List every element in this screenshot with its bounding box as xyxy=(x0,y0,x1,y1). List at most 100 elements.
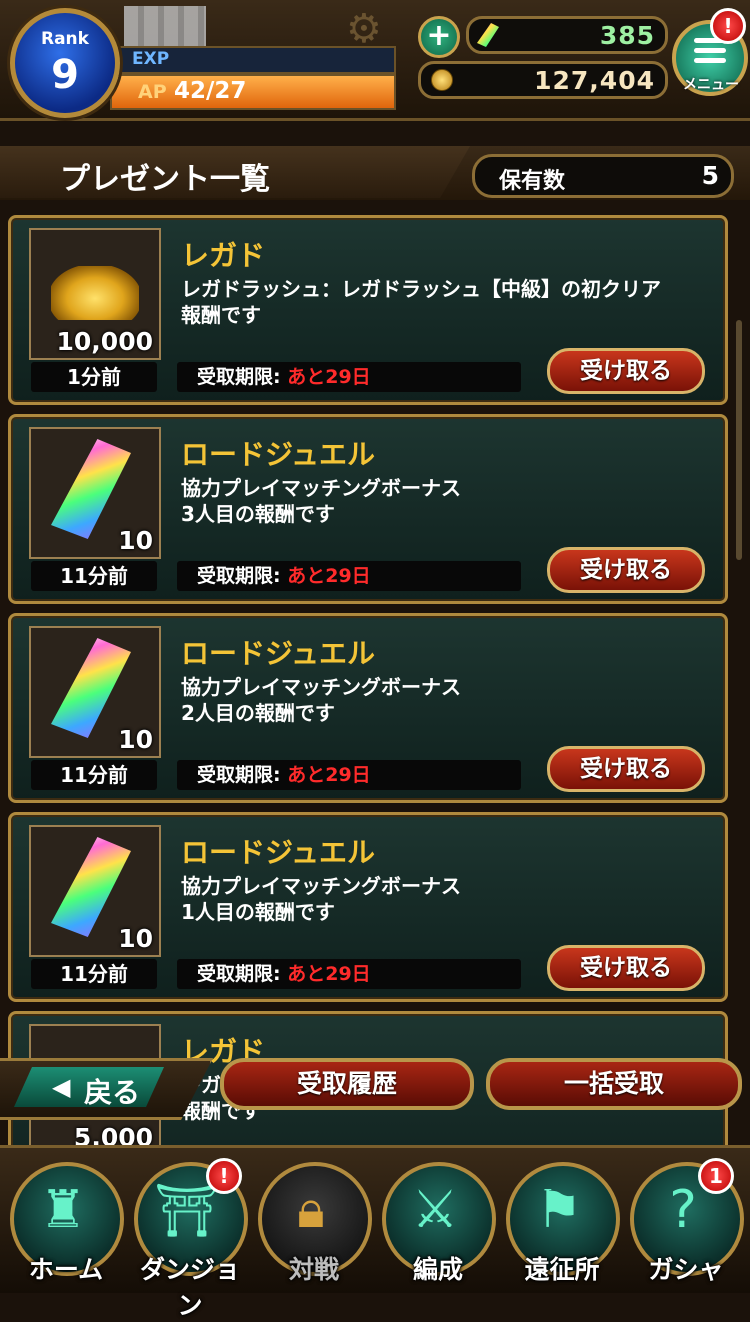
nav-battle[interactable]: 🔒︎ 対戦 xyxy=(254,1158,372,1288)
back-label: 戻る xyxy=(84,1076,141,1109)
present-description: 協力プレイマッチングボーナス 3人目の報酬です xyxy=(181,475,701,527)
deadline-value: あと29日 xyxy=(287,963,371,985)
present-name: ロードジュエル xyxy=(181,836,376,869)
nav-label: ダンジョン xyxy=(139,1255,240,1320)
deadline-value: あと29日 xyxy=(287,565,371,587)
flag-icon: ⚑ xyxy=(535,1180,583,1240)
lock-icon: 🔒︎ xyxy=(297,1180,325,1240)
present-count-value: 5 xyxy=(701,161,719,190)
receive-button[interactable]: 受け取る xyxy=(547,746,705,792)
deadline-label: 受取期限: xyxy=(197,565,281,587)
receive-button[interactable]: 受け取る xyxy=(547,547,705,593)
present-count-label: 保有数 xyxy=(499,169,566,194)
deadline-label: 受取期限: xyxy=(197,963,281,985)
castle-icon: ♜ xyxy=(39,1180,87,1240)
exp-bar: EXP xyxy=(110,46,396,74)
deadline-box: 受取期限: あと29日 xyxy=(177,561,521,591)
ap-bar: AP 42/27 xyxy=(110,74,396,110)
nav-home[interactable]: ♜ ホーム xyxy=(6,1158,124,1288)
gold-count: 127,404 xyxy=(534,66,655,95)
jewel-icon: 10 xyxy=(29,626,161,758)
present-card: 10 11分前 ロードジュエル 協力プレイマッチングボーナス 3人目の報酬です … xyxy=(8,414,728,604)
received-time: 11分前 xyxy=(31,561,157,591)
present-description: レガドラッシュ：レガドラッシュ【中級】の初クリア 報酬です xyxy=(181,276,701,328)
menu-alert-badge: ! xyxy=(710,8,746,44)
deadline-box: 受取期限: あと29日 xyxy=(177,959,521,989)
gold-coin-icon xyxy=(431,69,453,91)
received-time: 11分前 xyxy=(31,959,157,989)
deadline-value: あと29日 xyxy=(287,366,371,388)
nav-expedition[interactable]: ⚑ 遠征所 xyxy=(502,1158,620,1288)
gold-counter: 127,404 xyxy=(418,61,668,99)
present-card: 10 11分前 ロードジュエル 協力プレイマッチングボーナス 2人目の報酬です … xyxy=(8,613,728,803)
gold-pile-graphic xyxy=(51,266,139,320)
player-name-censored xyxy=(124,6,206,46)
present-name: ロードジュエル xyxy=(181,637,376,670)
scrollbar[interactable] xyxy=(736,320,742,560)
receive-button[interactable]: 受け取る xyxy=(547,945,705,991)
deadline-box: 受取期限: あと29日 xyxy=(177,362,521,392)
nav-gacha[interactable]: ? ガシャ 1 xyxy=(626,1158,744,1288)
nav-alert-badge: 1 xyxy=(698,1158,734,1194)
received-time: 11分前 xyxy=(31,760,157,790)
present-list[interactable]: 10,000 1分前 レガド レガドラッシュ：レガドラッシュ【中級】の初クリア … xyxy=(0,210,750,1145)
gold-coins-icon: 10,000 xyxy=(29,228,161,360)
back-button[interactable]: ◀ 戻る xyxy=(0,1058,213,1120)
back-button-face: ◀ 戻る xyxy=(14,1067,164,1107)
jewel-graphic xyxy=(51,439,131,539)
present-desc-line: レガドラッシュ：レガドラッシュ【中級】の初クリア xyxy=(181,277,661,301)
present-desc-line: 報酬です xyxy=(181,303,261,327)
present-quantity: 10,000 xyxy=(56,327,153,356)
present-quantity: 10 xyxy=(118,725,153,754)
present-desc-line: 3人目の報酬です xyxy=(181,502,335,526)
menu-label: メニュー xyxy=(683,77,739,93)
rank-badge: Rank 9 xyxy=(10,8,120,118)
jewel-icon: 10 xyxy=(29,427,161,559)
back-arrow-icon: ◀ xyxy=(52,1073,71,1101)
nav-label: ガシャ xyxy=(648,1255,724,1284)
section-header: プレゼント一覧 保有数 5 xyxy=(0,146,750,200)
nav-alert-badge: ! xyxy=(206,1158,242,1194)
jewel-counter: 385 xyxy=(466,16,668,54)
jewel-graphic xyxy=(51,837,131,937)
buy-jewel-button[interactable]: + xyxy=(418,16,460,58)
nav-dungeon[interactable]: ⛩ ダンジョン ! xyxy=(130,1158,248,1320)
jewel-icon xyxy=(477,23,499,47)
present-description: 協力プレイマッチングボーナス 1人目の報酬です xyxy=(181,873,701,925)
receive-button[interactable]: 受け取る xyxy=(547,348,705,394)
nav-party[interactable]: ⚔ 編成 xyxy=(378,1158,496,1288)
jewel-graphic xyxy=(51,638,131,738)
present-description: 協力プレイマッチングボーナス 2人目の報酬です xyxy=(181,674,701,726)
present-name: レガド xyxy=(181,239,266,272)
nav-label: 遠征所 xyxy=(524,1255,600,1284)
present-desc-line: 協力プレイマッチングボーナス xyxy=(181,675,461,699)
page-title: プレゼント一覧 xyxy=(60,162,270,197)
deadline-label: 受取期限: xyxy=(197,764,281,786)
deadline-value: あと29日 xyxy=(287,764,371,786)
present-card: 10,000 1分前 レガド レガドラッシュ：レガドラッシュ【中級】の初クリア … xyxy=(8,215,728,405)
present-desc-line: 1人目の報酬です xyxy=(181,900,335,924)
present-quantity: 10 xyxy=(118,924,153,953)
nav-label: 編成 xyxy=(412,1255,463,1284)
received-time: 1分前 xyxy=(31,362,157,392)
present-card: 10 11分前 ロードジュエル 協力プレイマッチングボーナス 1人目の報酬です … xyxy=(8,812,728,1002)
party-icon: ⚔ xyxy=(411,1180,459,1240)
ap-value: 42/27 xyxy=(174,78,247,104)
nav-label: 対戦 xyxy=(288,1255,339,1284)
present-desc-line: 2人目の報酬です xyxy=(181,701,335,725)
bulk-receive-button[interactable]: 一括受取 xyxy=(486,1058,742,1110)
receive-history-button[interactable]: 受取履歴 xyxy=(220,1058,474,1110)
rank-value: 9 xyxy=(51,52,79,98)
rank-label: Rank xyxy=(41,29,89,49)
deadline-label: 受取期限: xyxy=(197,366,281,388)
jewel-count: 385 xyxy=(599,21,655,50)
present-desc-line: 協力プレイマッチングボーナス xyxy=(181,476,461,500)
ap-label: AP xyxy=(138,81,167,103)
jewel-icon: 10 xyxy=(29,825,161,957)
bottom-nav: ♜ ホーム ⛩ ダンジョン ! 🔒︎ 対戦 ⚔ 編成 ⚑ 遠征所 ? ガシャ 1 xyxy=(0,1145,750,1320)
top-status-bar: Rank 9 ⚙ EXP AP 42/27 + 385 127,404 メニュー… xyxy=(0,0,750,121)
exp-label: EXP xyxy=(132,49,170,69)
present-quantity: 10 xyxy=(118,526,153,555)
deadline-box: 受取期限: あと29日 xyxy=(177,760,521,790)
present-name: ロードジュエル xyxy=(181,438,376,471)
